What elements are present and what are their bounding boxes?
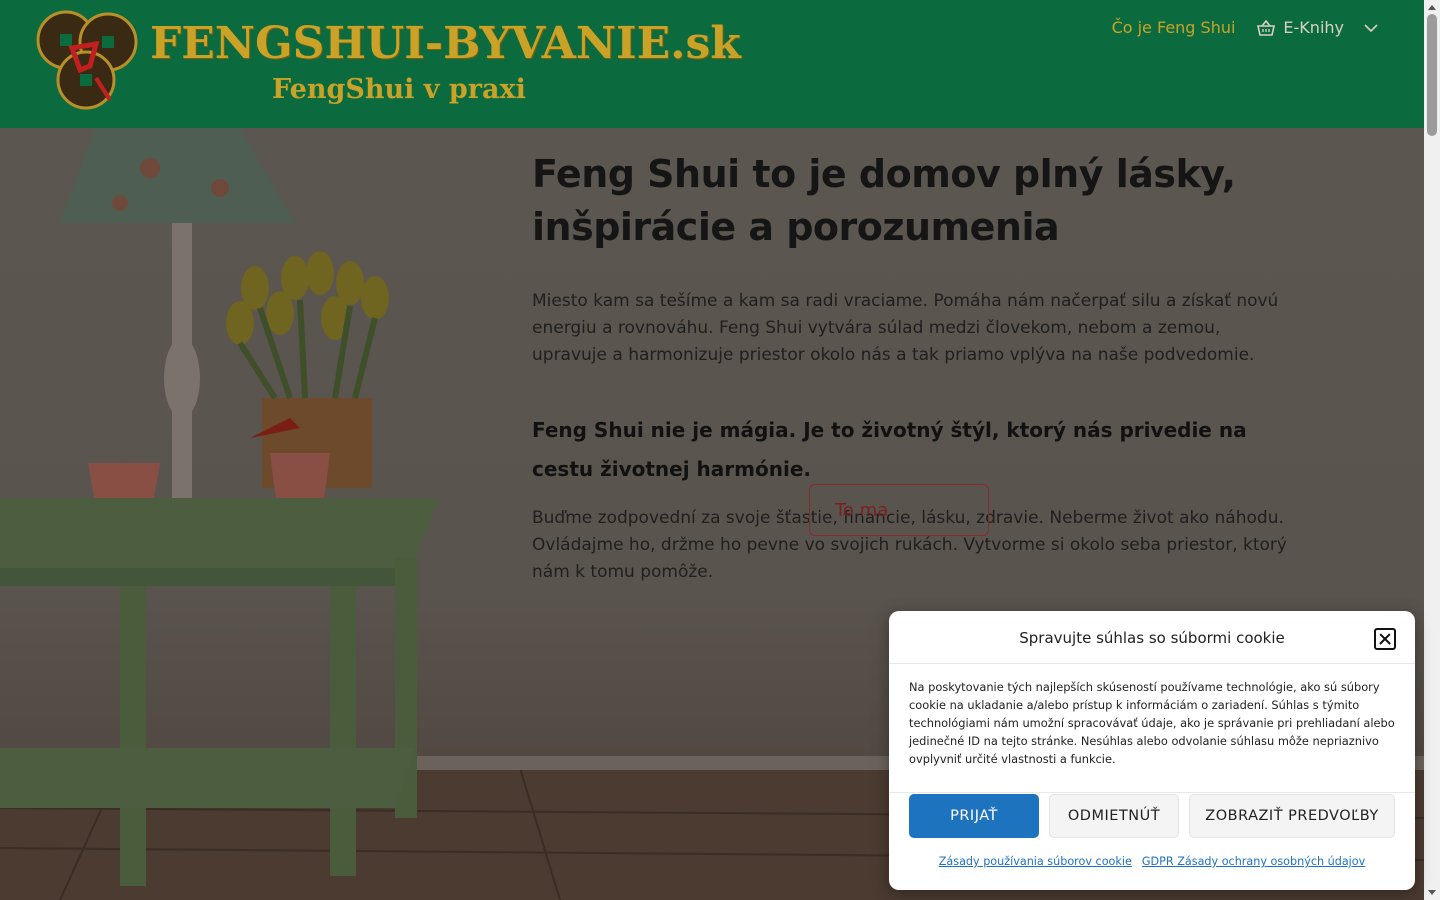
nav-item-ebooks[interactable]: E-Knihy xyxy=(1257,18,1380,37)
cookie-consent-dialog: Spravujte súhlas so súbormi cookie Na po… xyxy=(889,611,1415,890)
nav-link-about-feng-shui[interactable]: Čo je Feng Shui xyxy=(1112,18,1236,37)
site-header: FENGSHUI-BYVANIE.sk FengShui v praxi Čo … xyxy=(0,0,1424,128)
accept-cookies-button[interactable]: PRIJAŤ xyxy=(909,794,1039,838)
cookie-button-group: PRIJAŤ ODMIETNÚŤ ZOBRAZIŤ PREDVOĽBY xyxy=(909,794,1395,838)
close-icon[interactable] xyxy=(1374,628,1396,650)
basket-icon xyxy=(1257,19,1276,36)
scroll-down-arrow-icon[interactable] xyxy=(1428,890,1436,895)
view-preferences-button[interactable]: ZOBRAZIŤ PREDVOĽBY xyxy=(1189,794,1395,838)
gdpr-policy-link[interactable]: GDPR Zásady ochrany osobných údajov xyxy=(1142,855,1365,868)
nav-ebooks-label: E-Knihy xyxy=(1283,18,1344,37)
hero-subtitle: Feng Shui nie je mágia. Je to životný št… xyxy=(532,418,1247,481)
hero-title: Feng Shui to je domov plný lásky, inšpir… xyxy=(532,152,1236,249)
cookie-divider xyxy=(889,792,1415,793)
scroll-up-arrow-icon[interactable] xyxy=(1428,5,1436,10)
scrollbar-thumb[interactable] xyxy=(1427,14,1437,136)
logo-coins-icon[interactable] xyxy=(36,8,140,112)
main-nav: Čo je Feng Shui E-Knihy xyxy=(1112,18,1380,37)
cta-button[interactable]: To ma xyxy=(809,484,989,536)
deny-cookies-button[interactable]: ODMIETNÚŤ xyxy=(1049,794,1179,838)
hero-intro-text: Miesto kam sa tešíme a kam sa radi vraci… xyxy=(532,291,1279,365)
cookie-policy-link[interactable]: Zásady používania súborov cookie xyxy=(939,855,1132,868)
page-scrollbar[interactable] xyxy=(1424,0,1440,900)
cookie-dialog-title: Spravujte súhlas so súbormi cookie xyxy=(1019,629,1285,647)
brand-title[interactable]: FENGSHUI-BYVANIE.sk xyxy=(150,18,741,69)
cookie-policy-links: Zásady používania súborov cookie GDPR Zá… xyxy=(889,855,1415,868)
brand-subtitle: FengShui v praxi xyxy=(272,74,526,105)
cookie-dialog-text: Na poskytovanie tých najlepších skúsenos… xyxy=(909,680,1395,766)
cookie-dialog-header: Spravujte súhlas so súbormi cookie xyxy=(889,611,1415,664)
chevron-down-icon xyxy=(1364,23,1378,32)
